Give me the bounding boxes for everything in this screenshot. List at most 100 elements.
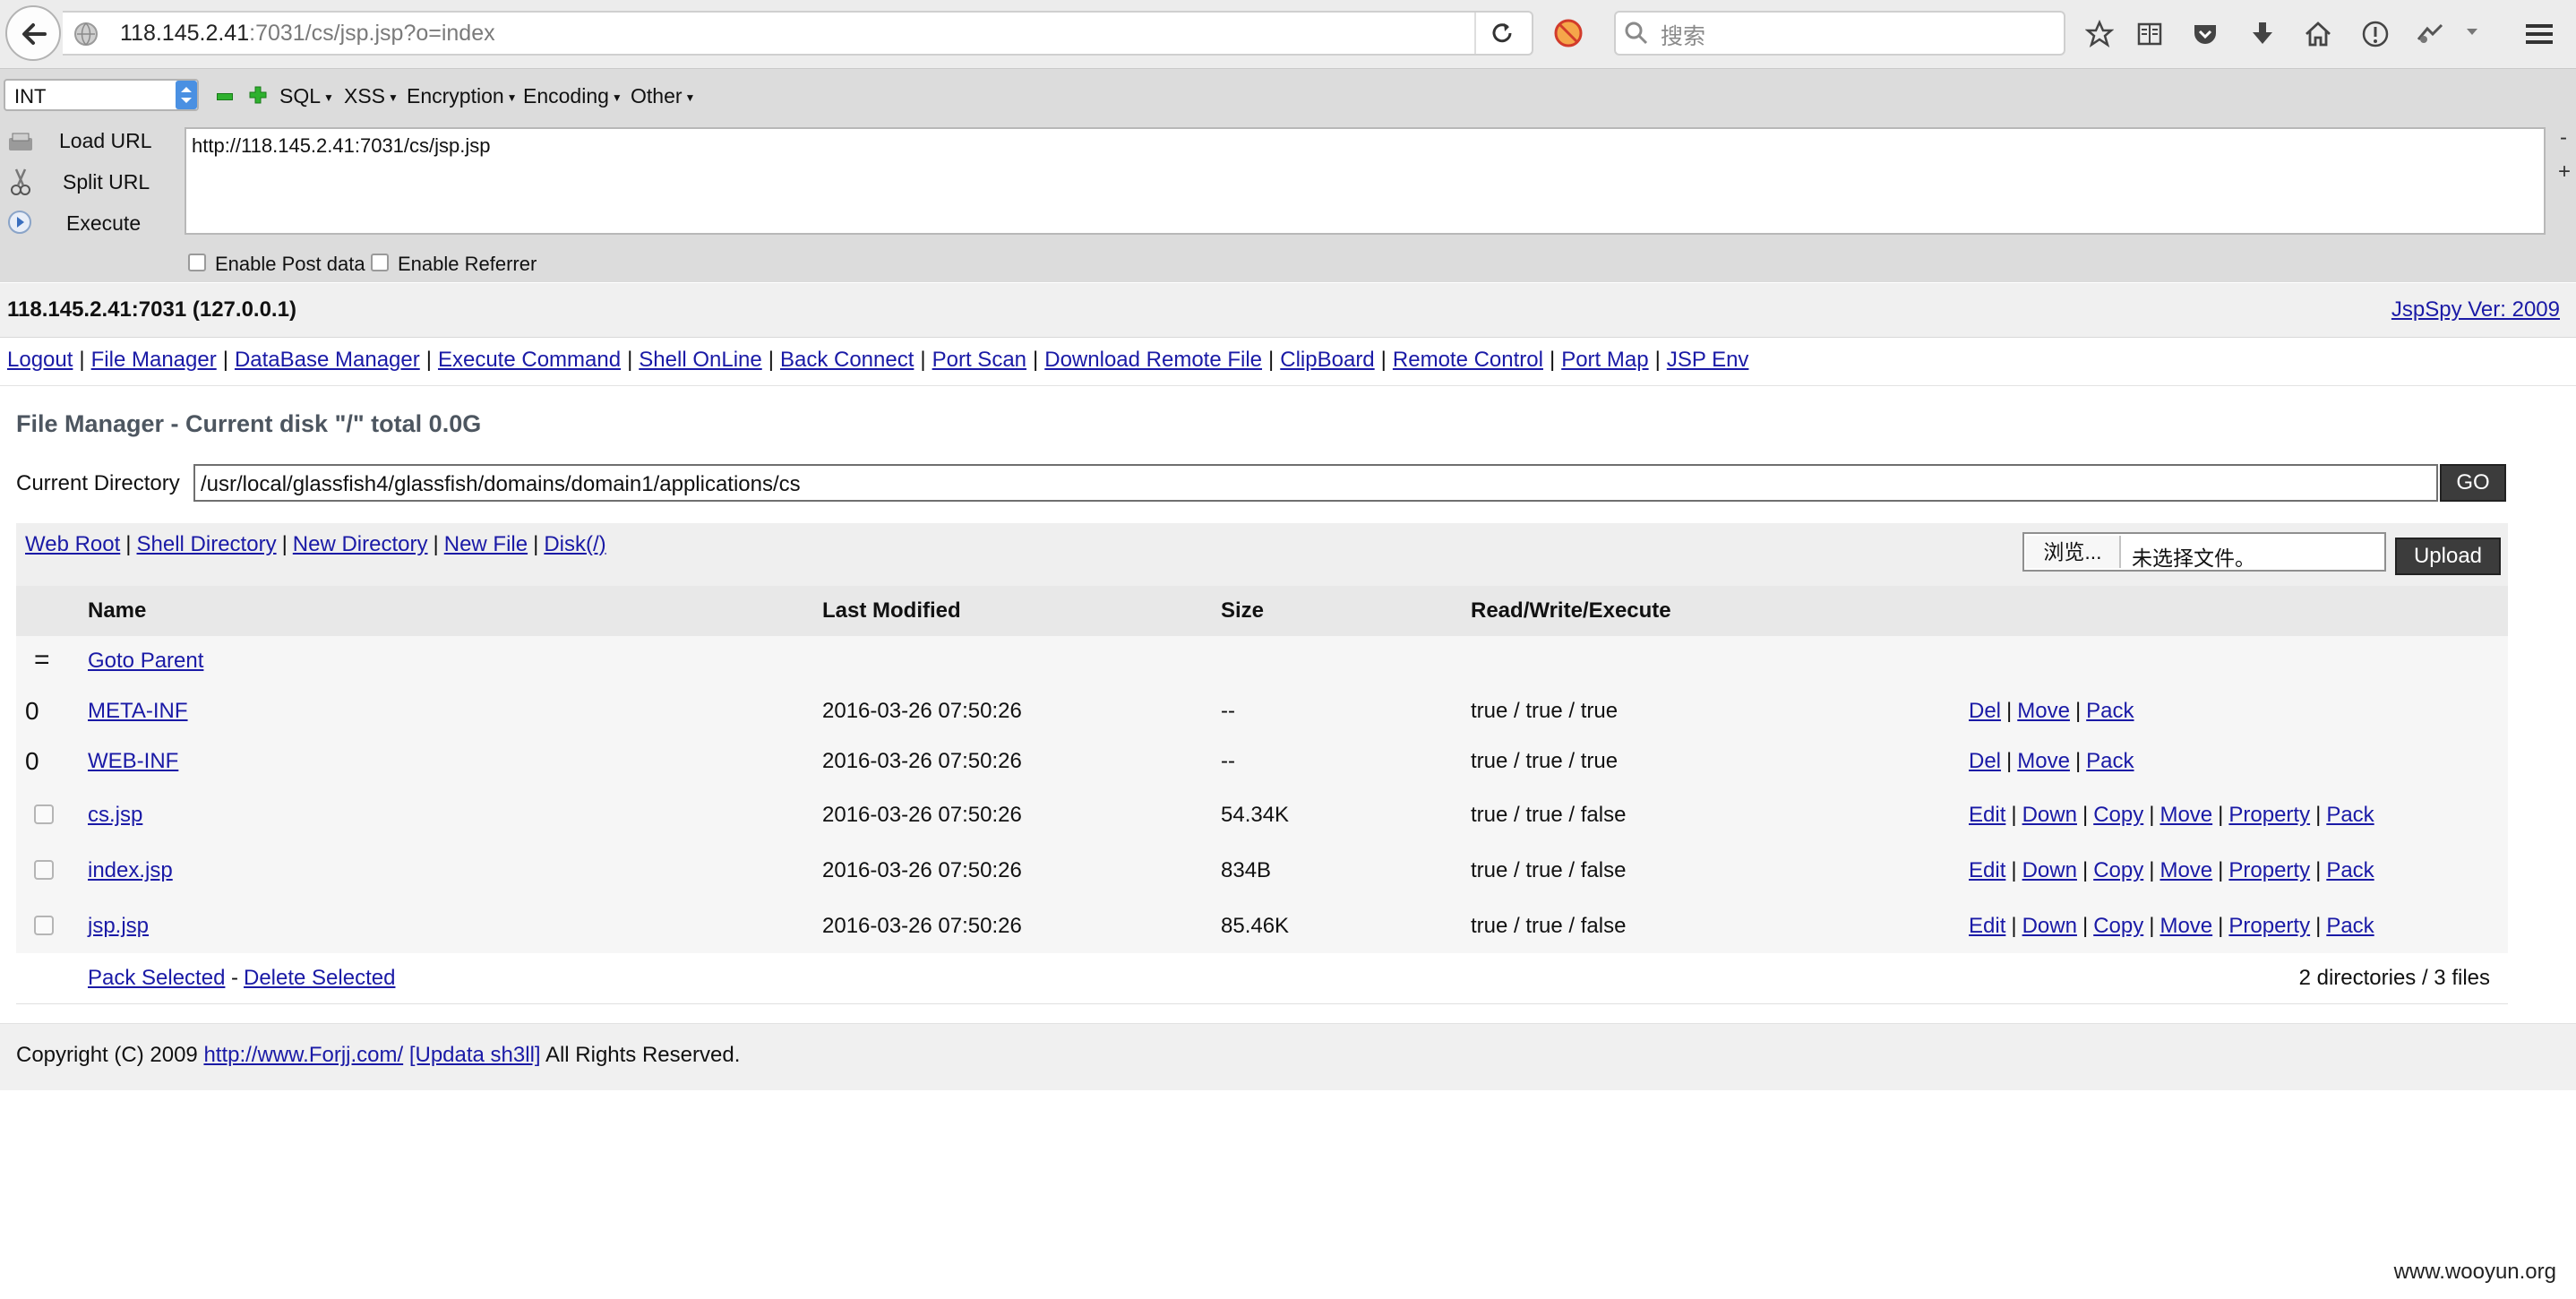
- nav-database-manager[interactable]: DataBase Manager: [235, 348, 420, 372]
- search-input[interactable]: 搜索: [1661, 19, 1705, 51]
- web-root-link[interactable]: Web Root: [25, 532, 120, 556]
- dir-link-web-inf[interactable]: WEB-INF: [88, 749, 178, 774]
- edit-link[interactable]: Edit: [1969, 858, 2005, 882]
- load-url-icon[interactable]: [7, 131, 34, 154]
- del-link[interactable]: Del: [1969, 699, 2001, 723]
- new-file-link[interactable]: New File: [444, 532, 528, 556]
- download-icon[interactable]: [2248, 20, 2277, 48]
- pack-selected-link[interactable]: Pack Selected: [88, 966, 225, 991]
- down-link[interactable]: Down: [2022, 914, 2077, 938]
- dir-link-meta-inf[interactable]: META-INF: [88, 699, 188, 724]
- enable-post-checkbox[interactable]: [188, 254, 206, 271]
- sql-menu[interactable]: SQL ▼: [279, 84, 334, 108]
- hackbar-url-textarea[interactable]: [185, 127, 2546, 235]
- plus-icon[interactable]: [249, 86, 267, 104]
- nav-file-manager[interactable]: File Manager: [91, 348, 217, 372]
- nav-logout[interactable]: Logout: [7, 348, 73, 372]
- reading-list-icon[interactable]: [2135, 20, 2164, 48]
- nav-jsp-env[interactable]: JSP Env: [1667, 348, 1749, 372]
- table-row: = Goto Parent: [16, 636, 2508, 687]
- extension-icon[interactable]: [2415, 20, 2447, 48]
- last-modified: 2016-03-26 07:50:26: [822, 749, 1022, 773]
- nav-back-connect[interactable]: Back Connect: [780, 348, 914, 372]
- table-row: 0 WEB-INF 2016-03-26 07:50:26 -- true / …: [16, 736, 2508, 787]
- copy-link[interactable]: Copy: [2093, 914, 2143, 938]
- hamburger-menu-icon[interactable]: [2524, 20, 2555, 48]
- hackbar-url-value[interactable]: http://118.145.2.41:7031/cs/jsp.jsp: [192, 134, 491, 158]
- browse-button[interactable]: 浏览...: [2026, 536, 2121, 568]
- nav-download-remote-file[interactable]: Download Remote File: [1044, 348, 1262, 372]
- edit-link[interactable]: Edit: [1969, 914, 2005, 938]
- down-link[interactable]: Down: [2022, 803, 2077, 827]
- version-link[interactable]: JspSpy Ver: 2009: [2391, 297, 2560, 323]
- pack-link[interactable]: Pack: [2086, 699, 2134, 723]
- del-link[interactable]: Del: [1969, 749, 2001, 773]
- nav-shell-online[interactable]: Shell OnLine: [639, 348, 761, 372]
- execute-play-icon[interactable]: [7, 210, 34, 237]
- move-link[interactable]: Move: [2160, 914, 2212, 938]
- edit-link[interactable]: Edit: [1969, 803, 2005, 827]
- goto-parent-link[interactable]: Goto Parent: [88, 649, 203, 674]
- row-checkbox[interactable]: [34, 860, 54, 880]
- column-header-size: Size: [1221, 598, 1265, 623]
- new-directory-link[interactable]: New Directory: [293, 532, 428, 556]
- shell-directory-link[interactable]: Shell Directory: [137, 532, 277, 556]
- property-link[interactable]: Property: [2228, 803, 2310, 827]
- back-button[interactable]: [5, 5, 61, 61]
- minus-icon[interactable]: [217, 93, 233, 100]
- upload-button[interactable]: Upload: [2395, 538, 2501, 575]
- encryption-menu[interactable]: Encryption ▼: [407, 84, 518, 108]
- url-text[interactable]: 118.145.2.41:7031/cs/jsp.jsp?o=index: [120, 21, 495, 47]
- nav-port-map[interactable]: Port Map: [1561, 348, 1648, 372]
- file-link-cs-jsp[interactable]: cs.jsp: [88, 803, 142, 828]
- move-link[interactable]: Move: [2160, 858, 2212, 882]
- bookmark-star-icon[interactable]: [2085, 20, 2114, 48]
- urlbar-separator: [1474, 13, 1476, 54]
- xss-menu[interactable]: XSS ▼: [344, 84, 399, 108]
- delete-selected-link[interactable]: Delete Selected: [244, 966, 395, 991]
- size: 54.34K: [1221, 803, 1290, 827]
- nav-execute-command[interactable]: Execute Command: [438, 348, 621, 372]
- shrink-button[interactable]: -: [2560, 125, 2567, 151]
- expand-button[interactable]: +: [2558, 159, 2571, 185]
- chevron-down-icon[interactable]: [2465, 27, 2479, 38]
- disk-link[interactable]: Disk(/): [544, 532, 605, 556]
- execute-button[interactable]: Execute: [66, 211, 141, 236]
- copy-link[interactable]: Copy: [2093, 858, 2143, 882]
- reload-icon[interactable]: [1489, 20, 1516, 47]
- copy-link[interactable]: Copy: [2093, 803, 2143, 827]
- pack-link[interactable]: Pack: [2326, 803, 2374, 827]
- nav-port-scan[interactable]: Port Scan: [932, 348, 1026, 372]
- down-link[interactable]: Down: [2022, 858, 2077, 882]
- pack-link[interactable]: Pack: [2326, 858, 2374, 882]
- property-link[interactable]: Property: [2228, 914, 2310, 938]
- info-icon[interactable]: [2361, 20, 2390, 48]
- row-checkbox[interactable]: [34, 916, 54, 935]
- noscript-icon[interactable]: [1553, 18, 1584, 48]
- nav-clipboard[interactable]: ClipBoard: [1280, 348, 1374, 372]
- row-checkbox[interactable]: [34, 804, 54, 824]
- move-link[interactable]: Move: [2017, 699, 2070, 723]
- other-menu[interactable]: Other ▼: [631, 84, 695, 108]
- select-arrows-icon[interactable]: [176, 81, 197, 109]
- updata-shell-link[interactable]: [Updata sh3ll]: [409, 1043, 541, 1067]
- move-link[interactable]: Move: [2160, 803, 2212, 827]
- pack-link[interactable]: Pack: [2086, 749, 2134, 773]
- split-url-button[interactable]: Split URL: [63, 170, 150, 194]
- scissors-icon[interactable]: [7, 167, 34, 197]
- pack-link[interactable]: Pack: [2326, 914, 2374, 938]
- file-link-jsp-jsp[interactable]: jsp.jsp: [88, 914, 149, 939]
- move-link[interactable]: Move: [2017, 749, 2070, 773]
- file-link-index-jsp[interactable]: index.jsp: [88, 858, 173, 883]
- nav-remote-control[interactable]: Remote Control: [1393, 348, 1543, 372]
- current-directory-input[interactable]: /usr/local/glassfish4/glassfish/domains/…: [193, 464, 2438, 502]
- go-button[interactable]: GO: [2440, 464, 2506, 502]
- encoding-menu[interactable]: Encoding ▼: [523, 84, 623, 108]
- int-select[interactable]: INT: [4, 79, 199, 111]
- load-url-button[interactable]: Load URL: [59, 129, 152, 153]
- enable-referrer-checkbox[interactable]: [371, 254, 389, 271]
- property-link[interactable]: Property: [2228, 858, 2310, 882]
- forjj-link[interactable]: http://www.Forjj.com/: [203, 1043, 403, 1067]
- pocket-icon[interactable]: [2191, 20, 2220, 48]
- home-icon[interactable]: [2304, 20, 2332, 48]
